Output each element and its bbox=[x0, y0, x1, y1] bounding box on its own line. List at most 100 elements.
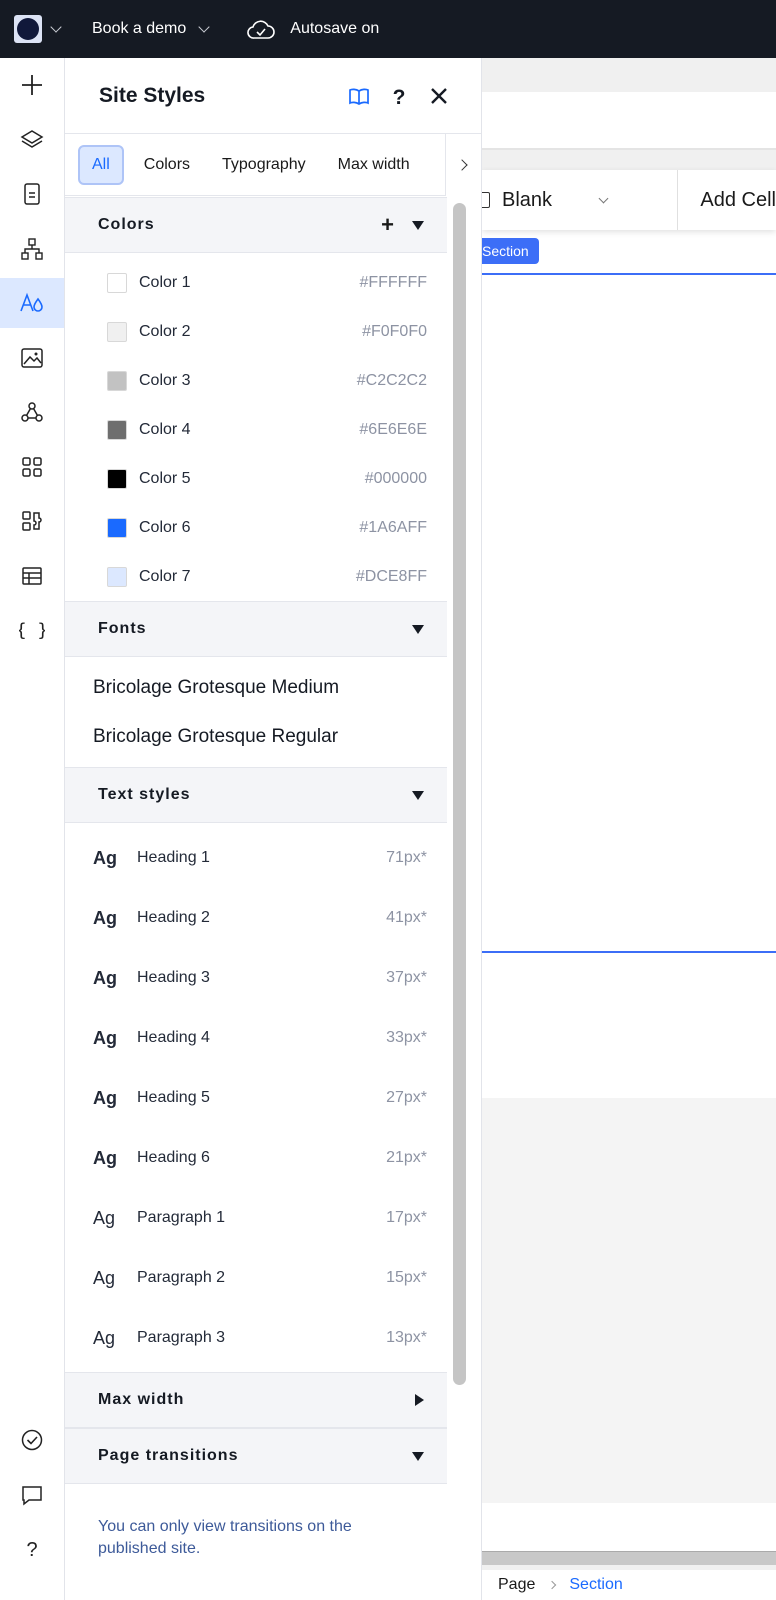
tab-all[interactable]: All bbox=[78, 144, 124, 185]
section-tag[interactable]: Section bbox=[482, 238, 539, 264]
text-style-row[interactable]: Ag Heading 6 21px* bbox=[65, 1128, 447, 1188]
color-swatch bbox=[107, 468, 127, 489]
layout-select[interactable]: Blank bbox=[482, 170, 679, 230]
page-transitions-section-header[interactable]: Page transitions bbox=[65, 1428, 447, 1484]
text-style-size: 37px* bbox=[386, 969, 427, 986]
color-row[interactable]: Color 7 #DCE8FF bbox=[65, 552, 447, 601]
apps-icon[interactable] bbox=[0, 442, 64, 492]
color-row[interactable]: Color 4 #6E6E6E bbox=[65, 405, 447, 454]
canvas-lower-area bbox=[482, 1098, 776, 1503]
page-transitions-section-title: Page transitions bbox=[98, 1447, 239, 1464]
pages-icon[interactable] bbox=[0, 169, 64, 219]
text-style-name: Paragraph 3 bbox=[137, 1329, 226, 1346]
text-style-row[interactable]: Ag Paragraph 1 17px* bbox=[65, 1188, 447, 1248]
site-menu-button[interactable] bbox=[14, 15, 62, 43]
text-style-preview: Ag bbox=[93, 847, 117, 868]
panel-header: Site Styles ? bbox=[65, 58, 481, 134]
font-item[interactable]: Bricolage Grotesque Medium bbox=[65, 663, 447, 712]
text-style-row[interactable]: Ag Heading 2 41px* bbox=[65, 888, 447, 948]
font-item[interactable]: Bricolage Grotesque Regular bbox=[65, 712, 447, 761]
cms-table-icon[interactable] bbox=[0, 551, 64, 601]
text-style-name: Heading 3 bbox=[137, 969, 210, 986]
colors-section-header[interactable]: Colors + bbox=[65, 197, 447, 253]
checklist-icon[interactable] bbox=[0, 1415, 64, 1465]
site-logo bbox=[14, 15, 42, 43]
book-icon[interactable] bbox=[345, 82, 373, 110]
text-style-row[interactable]: Ag Heading 3 37px* bbox=[65, 948, 447, 1008]
help-icon[interactable]: ? bbox=[0, 1524, 64, 1574]
color-swatch bbox=[107, 370, 127, 391]
text-style-size: 33px* bbox=[386, 1029, 427, 1046]
horizontal-scrollbar[interactable] bbox=[482, 1551, 776, 1565]
color-name: Color 3 bbox=[139, 371, 191, 389]
svg-text:?: ? bbox=[26, 1539, 37, 1561]
color-name: Color 4 bbox=[139, 420, 191, 438]
add-icon[interactable] bbox=[0, 60, 64, 110]
collapse-icon bbox=[412, 624, 424, 634]
sitemap-icon[interactable] bbox=[0, 224, 64, 274]
color-row[interactable]: Color 3 #C2C2C2 bbox=[65, 356, 447, 405]
help-icon[interactable]: ? bbox=[385, 82, 413, 110]
text-style-preview: Ag bbox=[93, 1207, 116, 1228]
text-styles-section-header[interactable]: Text styles bbox=[65, 767, 447, 823]
media-icon[interactable] bbox=[0, 333, 64, 383]
text-style-size: 71px* bbox=[386, 849, 427, 866]
floating-toolbar: Blank Add Cell bbox=[482, 170, 776, 230]
layers-icon[interactable] bbox=[0, 115, 64, 165]
expand-icon bbox=[415, 1394, 424, 1406]
chat-icon[interactable] bbox=[0, 1470, 64, 1520]
text-style-name: Paragraph 1 bbox=[137, 1209, 226, 1226]
add-color-button[interactable]: + bbox=[381, 212, 394, 238]
site-styles-panel: Site Styles ? All Colors Typography Max … bbox=[65, 58, 482, 1600]
site-styles-icon[interactable] bbox=[0, 278, 64, 328]
tabs-next-button[interactable] bbox=[445, 134, 481, 196]
text-style-size: 41px* bbox=[386, 909, 427, 926]
section-tag-label: Section bbox=[482, 243, 529, 259]
color-hex: #000000 bbox=[364, 469, 427, 487]
text-style-size: 17px* bbox=[386, 1209, 427, 1226]
breadcrumb-page[interactable]: Page bbox=[498, 1576, 535, 1594]
max-width-section-title: Max width bbox=[98, 1391, 185, 1408]
text-style-row[interactable]: Ag Heading 5 27px* bbox=[65, 1068, 447, 1128]
autosave-label: Autosave on bbox=[290, 20, 380, 37]
chevron-right-icon bbox=[548, 1580, 557, 1590]
color-row[interactable]: Color 6 #1A6AFF bbox=[65, 503, 447, 552]
section-top-border bbox=[482, 273, 776, 275]
color-swatch bbox=[107, 517, 127, 538]
code-icon[interactable]: { } bbox=[0, 605, 64, 655]
close-icon[interactable] bbox=[425, 82, 453, 110]
layout-select-label: Blank bbox=[502, 188, 553, 211]
chevron-down-icon bbox=[198, 20, 210, 33]
text-style-name: Heading 5 bbox=[137, 1089, 210, 1106]
chevron-right-icon bbox=[455, 159, 468, 171]
breadcrumb-current[interactable]: Section bbox=[569, 1576, 622, 1594]
color-name: Color 6 bbox=[139, 518, 191, 536]
fonts-section-header[interactable]: Fonts bbox=[65, 601, 447, 657]
color-row[interactable]: Color 5 #000000 bbox=[65, 454, 447, 503]
puzzle-icon[interactable] bbox=[0, 496, 64, 546]
book-demo-menu[interactable]: Book a demo bbox=[92, 20, 210, 38]
text-style-row[interactable]: Ag Paragraph 2 15px* bbox=[65, 1248, 447, 1308]
text-style-row[interactable]: Ag Heading 1 71px* bbox=[65, 828, 447, 888]
tab-colors[interactable]: Colors bbox=[132, 147, 202, 183]
autosave-status: Autosave on bbox=[246, 18, 379, 40]
layout-icon bbox=[482, 192, 490, 208]
tab-typography[interactable]: Typography bbox=[210, 147, 318, 183]
panel-scrollbar[interactable] bbox=[453, 203, 466, 1385]
integrations-icon[interactable] bbox=[0, 387, 64, 437]
color-row[interactable]: Color 1 #FFFFFF bbox=[65, 258, 447, 307]
tab-max-width[interactable]: Max width bbox=[326, 147, 422, 183]
add-cell-button[interactable]: Add Cell bbox=[700, 189, 776, 212]
color-row[interactable]: Color 2 #F0F0F0 bbox=[65, 307, 447, 356]
editor-canvas[interactable]: Section Blank Add Cell Page Section bbox=[482, 58, 776, 1600]
max-width-section-header[interactable]: Max width bbox=[65, 1372, 447, 1428]
color-name: Color 2 bbox=[139, 322, 191, 340]
svg-text:?: ? bbox=[393, 86, 406, 107]
color-name: Color 5 bbox=[139, 469, 191, 487]
text-style-size: 13px* bbox=[386, 1329, 427, 1346]
collapse-icon bbox=[412, 220, 424, 230]
text-style-preview: Ag bbox=[93, 1087, 117, 1108]
text-style-row[interactable]: Ag Heading 4 33px* bbox=[65, 1008, 447, 1068]
text-style-row[interactable]: Ag Paragraph 3 13px* bbox=[65, 1308, 447, 1368]
style-tabs: All Colors Typography Max width bbox=[65, 134, 481, 196]
